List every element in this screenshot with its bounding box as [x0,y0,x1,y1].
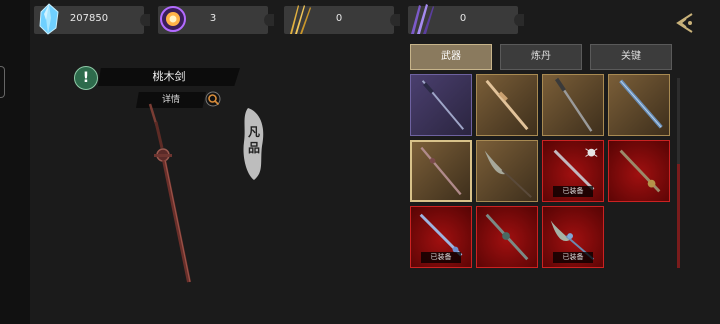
inventory-slot[interactable] [476,206,538,268]
inventory-grid: 已装备 已装备 已装备 [408,74,674,274]
tab-weapons[interactable]: 武器 [410,44,492,70]
item-name: 桃木剑 [98,68,240,86]
inventory-slot[interactable] [608,74,670,136]
side-drawer-handle[interactable] [0,66,5,98]
bronze-sword-icon [619,149,661,193]
inventory-slot[interactable] [608,140,670,202]
left-edge-strip [0,0,30,324]
equipped-tag: 已装备 [553,186,593,197]
inventory-slot[interactable]: 已装备 [542,206,604,268]
inventory-slot[interactable]: 已装备 [542,140,604,202]
inventory-slot[interactable] [542,74,604,136]
item-rank: 凡品 [247,125,260,155]
inventory-scroll-thumb[interactable] [677,164,680,268]
tab-key-items[interactable]: 关键 [590,44,672,70]
inventory-slot[interactable] [410,140,472,202]
orb-icon [160,6,186,32]
inventory-slot[interactable] [410,74,472,136]
back-icon[interactable] [672,10,698,36]
inventory-slot[interactable] [476,140,538,202]
horsetail-whisk-icon [484,150,532,198]
blue-sword-icon [619,79,663,129]
tab-alchemy[interactable]: 炼丹 [500,44,582,70]
purple-blades-icon [411,4,434,34]
equipped-tag: 已装备 [553,252,593,263]
crystal-icon [39,3,59,35]
dark-sword-icon [421,80,464,130]
jade-sword-icon [485,213,529,261]
peach-wood-sword-icon [148,103,191,283]
peach-wood-sword-icon [485,79,529,131]
info-icon[interactable]: ! [74,66,98,90]
steel-sword-icon [554,77,593,132]
inventory-slot[interactable]: 已装备 [410,206,472,268]
peach-wood-sword-icon [420,146,462,196]
equipped-tag: 已装备 [421,252,461,263]
inventory-slot[interactable] [476,74,538,136]
golden-feather-icon [290,5,311,34]
